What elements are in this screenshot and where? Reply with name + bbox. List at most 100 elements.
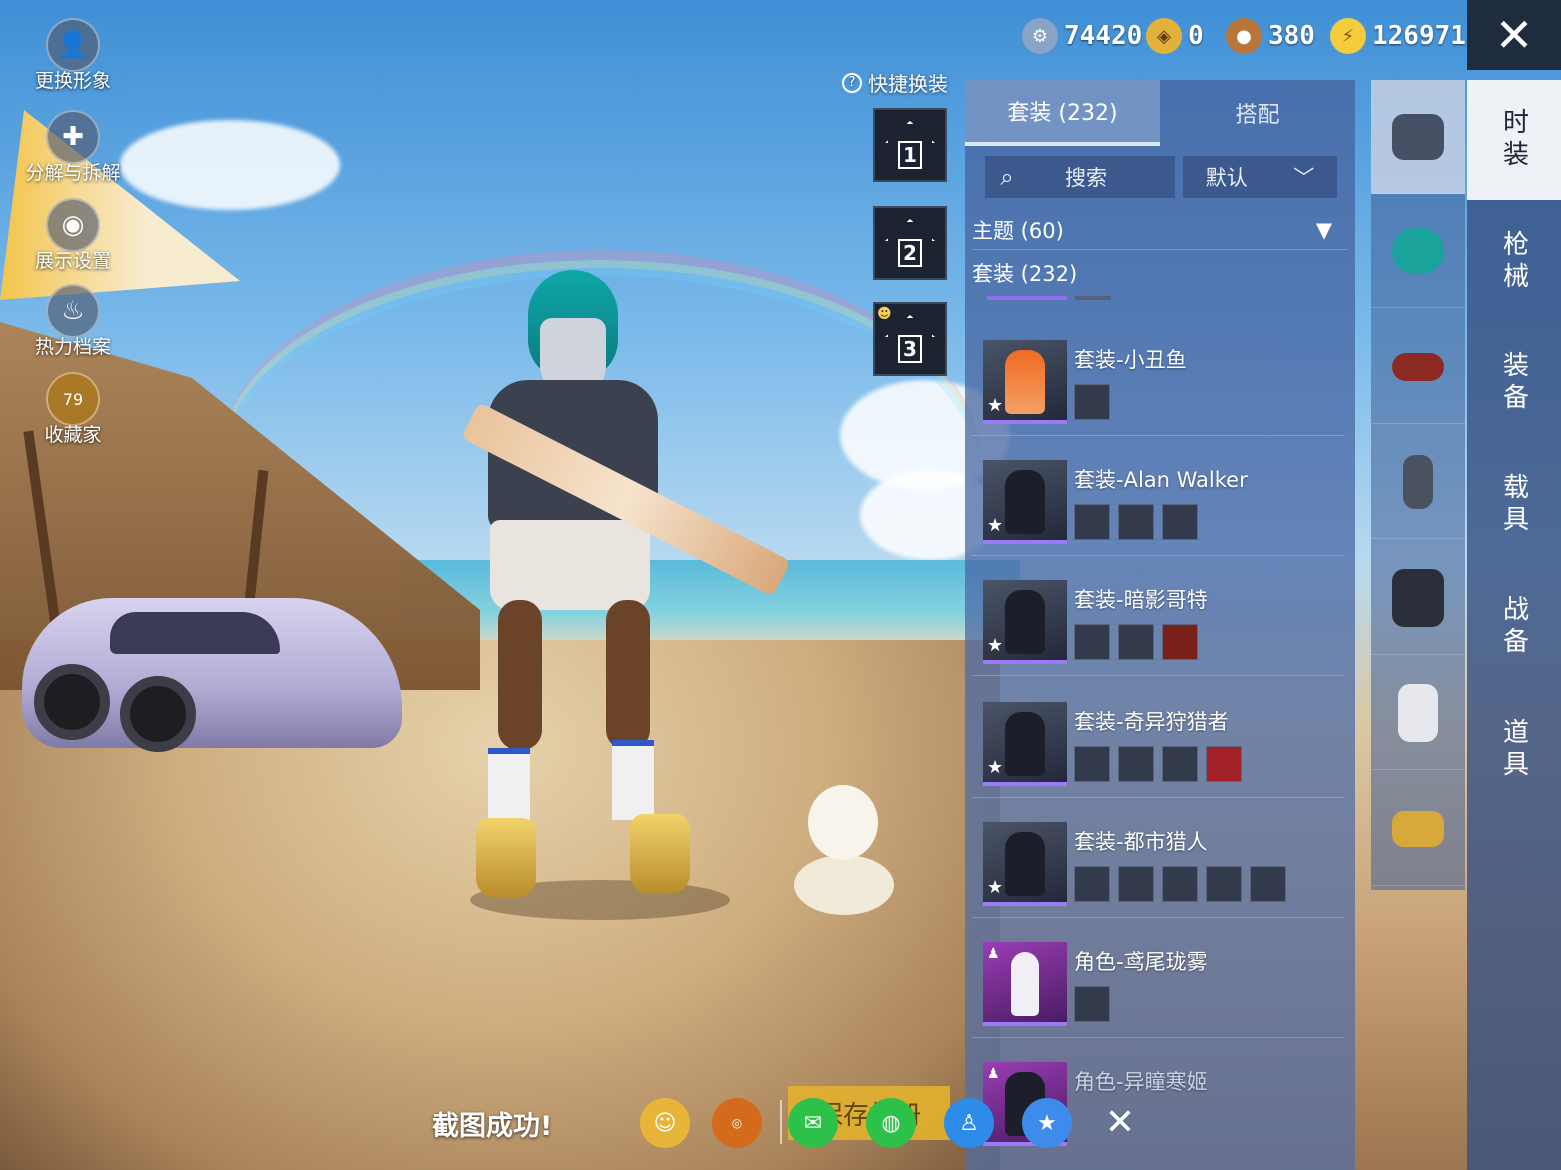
car-wheel [120,676,196,752]
mask-icon [1403,454,1433,509]
dismantle-button[interactable]: ✚ 分解与拆解 [18,110,128,185]
star-icon: ★ [987,515,1004,536]
hanger-icon [885,219,935,241]
character-sock [488,748,530,828]
heat-profile-button[interactable]: ♨ 热力档案 [18,284,128,359]
list-item[interactable]: ♟ 角色-鸢尾珑雾 [972,920,1344,1038]
moments-icon: ◍ [881,1110,901,1136]
quick-change-title[interactable]: ? 快捷换装 [842,68,948,97]
quick-slot-2[interactable]: 2 [873,206,947,280]
currency-token: ◈ 0 [1146,14,1204,58]
panel-tabs: 套装 (232) 搭配 [965,80,1355,146]
list-item[interactable]: ★ 套装-暗影哥特 [972,558,1344,676]
part-thumbnail[interactable] [1162,746,1198,782]
nav-vehicles[interactable]: 载具 [1467,445,1561,565]
wechat-share-button[interactable]: ✉ [788,1098,838,1148]
hair-icon [1392,227,1444,274]
list-item[interactable]: ★ 套装-Alan Walker [972,438,1344,556]
part-thumbnail[interactable] [1118,504,1154,540]
item-thumbnail: ★ [983,702,1067,786]
quick-slot-1[interactable]: 1 [873,108,947,182]
display-settings-button[interactable]: ◉ 展示设置 [18,198,128,273]
nav-firearms[interactable]: 枪械 [1467,202,1561,322]
part-thumbnail[interactable] [1118,866,1154,902]
part-thumbnail[interactable] [1074,504,1110,540]
collector-button[interactable]: 79 收藏家 [18,372,128,447]
divider [780,1100,782,1144]
part-thumbnail[interactable] [1250,866,1286,902]
nav-equipment[interactable]: 装备 [1467,323,1561,443]
part-thumbnail[interactable] [1074,384,1110,420]
nav-fashion[interactable]: 时装 [1467,80,1561,200]
star-icon: ★ [987,395,1004,416]
category-jacket[interactable] [1371,541,1465,655]
part-thumbnail[interactable] [1206,866,1242,902]
hanger-icon [885,315,935,337]
category-outfit[interactable] [1371,80,1465,194]
nav-items[interactable]: 道具 [1467,690,1561,810]
list-item[interactable]: ★ 套装-奇异狩猎者 [972,680,1344,798]
avatar-icon: 👤 [46,18,100,72]
category-mask[interactable] [1371,425,1465,539]
character-shoe [630,814,690,894]
part-thumbnail[interactable] [1162,624,1198,660]
currency-bronze: ● 380 [1226,14,1315,58]
character-shorts [490,520,650,610]
part-thumbnail[interactable] [1162,504,1198,540]
part-thumbnail[interactable] [1074,986,1110,1022]
friends-share-button[interactable]: ☺ [640,1098,690,1148]
part-thumbnail[interactable] [1074,866,1110,902]
part-thumbnail[interactable] [1074,746,1110,782]
silver-coin-icon: ⚙ [1022,18,1058,54]
item-thumbnail: ♟ [983,942,1067,1026]
game-share-button[interactable]: ◎ [712,1098,762,1148]
part-thumbnail[interactable] [1074,624,1110,660]
outfit-box-icon [1392,113,1444,160]
nav-combat-prep[interactable]: 战备 [1467,567,1561,687]
category-headwear[interactable] [1371,310,1465,424]
headwear-icon [1392,352,1444,381]
qq-share-button[interactable]: ♙ [944,1098,994,1148]
theme-filter[interactable]: 主题 (60) ▼ [972,210,1348,250]
category-column [1371,80,1465,890]
dropdown-arrow-icon: ▼ [1315,217,1332,242]
close-button[interactable]: ✕ [1467,0,1561,70]
car-wheel [34,664,110,740]
part-thumbnail[interactable] [1162,866,1198,902]
category-hair[interactable] [1371,194,1465,308]
change-avatar-button[interactable]: 👤 更换形象 [18,18,128,93]
part-thumbnail[interactable] [1118,746,1154,782]
suit-filter[interactable]: 套装 (232) [972,258,1077,288]
filter-indicator [1075,296,1111,300]
quick-slot-3[interactable]: ☻ 3 [873,302,947,376]
tab-matching[interactable]: 搭配 [1160,80,1355,146]
list-item[interactable]: ♟ 角色-异瞳寒姬 [972,1040,1344,1158]
category-shoes[interactable] [1371,772,1465,886]
search-input[interactable]: ⌕ 搜索 [985,156,1175,198]
part-thumbnail[interactable] [1118,624,1154,660]
flame-icon: ♨ [46,284,100,338]
role-icon: ♟ [987,1066,1000,1082]
jacket-icon [1392,568,1444,627]
list-item[interactable]: ★ 套装-都市猎人 [972,800,1344,918]
share-close-button[interactable]: ✕ [1098,1100,1142,1144]
help-icon[interactable]: ? [842,72,862,93]
part-thumbnail[interactable] [1206,746,1242,782]
character-leg [498,600,542,750]
character-leg [606,600,650,750]
star-icon: ★ [987,757,1004,778]
shoes-icon [1392,810,1444,847]
tab-suits[interactable]: 套装 (232) [965,80,1160,146]
sort-dropdown[interactable]: 默认 ﹀ [1183,156,1337,198]
star-icon: ★ [987,635,1004,656]
chevron-down-icon: ﹀ [1293,166,1315,190]
side-navigation: 时装 枪械 装备 载具 战备 道具 [1467,80,1561,1170]
close-icon: ✕ [1104,1101,1136,1143]
qzone-share-button[interactable]: ★ [1022,1098,1072,1148]
list-item[interactable]: ★ 套装-小丑鱼 [972,318,1344,436]
character-sock [612,740,654,820]
item-thumbnail: ★ [983,340,1067,424]
moments-share-button[interactable]: ◍ [866,1098,916,1148]
category-pants[interactable] [1371,656,1465,770]
pants-icon [1398,683,1438,742]
